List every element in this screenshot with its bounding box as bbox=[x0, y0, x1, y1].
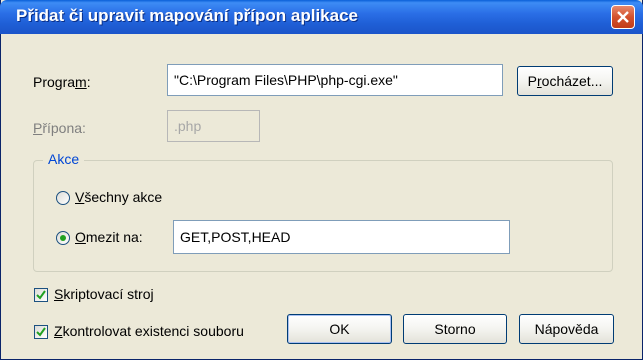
dialog-window: Přidat či upravit mapování přípon aplika… bbox=[0, 0, 643, 360]
limit-to-label[interactable]: Omezit na: bbox=[75, 229, 143, 245]
program-label: Program: bbox=[33, 74, 91, 90]
title-bar[interactable]: Přidat či upravit mapování přípon aplika… bbox=[0, 0, 643, 34]
dialog-title: Přidat či upravit mapování přípon aplika… bbox=[16, 6, 358, 25]
script-engine-checkbox[interactable] bbox=[34, 288, 48, 302]
checkmark-icon bbox=[36, 290, 46, 300]
close-icon bbox=[617, 11, 629, 23]
program-path-input[interactable]: "C:\Program Files\PHP\php-cgi.exe" bbox=[167, 64, 503, 96]
close-button[interactable] bbox=[611, 5, 635, 29]
all-actions-radio[interactable] bbox=[56, 191, 70, 205]
checkmark-icon bbox=[36, 327, 46, 337]
extension-label: Přípona: bbox=[33, 120, 86, 136]
script-engine-label[interactable]: Skriptovací stroj bbox=[54, 286, 154, 302]
actions-group-title: Akce bbox=[43, 151, 85, 167]
limit-to-radio[interactable] bbox=[56, 231, 70, 245]
browse-button[interactable]: Procházet... bbox=[517, 66, 613, 96]
cancel-button[interactable]: Storno bbox=[403, 314, 507, 344]
radio-selected-dot bbox=[60, 235, 66, 241]
verify-file-label[interactable]: Zkontrolovat existenci souboru bbox=[54, 323, 244, 339]
extension-input: .php bbox=[167, 110, 260, 142]
actions-groupbox bbox=[33, 160, 613, 272]
all-actions-label[interactable]: Všechny akce bbox=[75, 189, 162, 205]
verbs-input[interactable]: GET,POST,HEAD bbox=[173, 220, 510, 254]
ok-button[interactable]: OK bbox=[287, 314, 392, 344]
verify-file-checkbox[interactable] bbox=[34, 325, 48, 339]
help-button[interactable]: Nápověda bbox=[519, 314, 614, 344]
